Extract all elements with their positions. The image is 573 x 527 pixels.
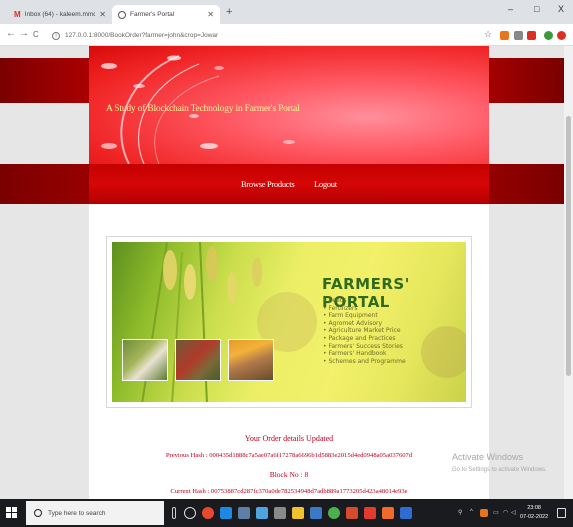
cortana-icon <box>34 509 42 517</box>
block-number-text: Block No : 8 <box>269 470 309 479</box>
url-text[interactable]: 127.0.0.1:8000/BookOrder?farmer=john&cro… <box>65 32 218 39</box>
order-messages: Your Order details Updated Previous Hash… <box>89 158 489 495</box>
clock-date: 07-02-2022 <box>520 514 549 520</box>
farmer-portrait-photo <box>228 339 274 381</box>
notifications-icon[interactable] <box>557 508 566 518</box>
extension-icon[interactable] <box>514 31 523 40</box>
address-bar[interactable]: i 127.0.0.1:8000/BookOrder?farmer=john&c… <box>52 29 477 42</box>
current-hash-text: Current Hash : 00753887cd287fc370a0de782… <box>170 488 408 495</box>
previous-hash-text: Previous Hash : 000435d1888c7a5ae07a6f17… <box>165 452 413 459</box>
opera-icon[interactable] <box>557 31 566 40</box>
page-scrollbar[interactable] <box>564 46 573 499</box>
gmail-extension-icon[interactable] <box>527 31 536 40</box>
page-viewport: A Study of Blockchain Technology in Farm… <box>0 46 564 499</box>
app-icon[interactable] <box>274 507 286 519</box>
reload-button[interactable]: C <box>33 30 39 39</box>
banner-frame: FARMERS' PORTAL Seeds Fertilizers Farm E… <box>106 236 472 408</box>
list-item: Agriculture Market Price <box>323 327 406 335</box>
bookmark-star-icon[interactable]: ☆ <box>484 29 492 40</box>
search-placeholder: Type here to search <box>48 509 106 517</box>
tray-chevron-icon[interactable]: ^ <box>470 509 473 515</box>
site-title: A Study of Blockchain Technology in Farm… <box>106 104 300 114</box>
app-icon[interactable] <box>382 507 394 519</box>
forward-button[interactable]: → <box>19 28 29 39</box>
list-item: Seeds <box>323 297 406 305</box>
tab-farmers-portal[interactable]: Farmer's Portal ✕ <box>112 5 220 24</box>
maximize-button[interactable]: □ <box>534 4 539 14</box>
list-item: Package and Practices <box>323 335 406 343</box>
banner-service-list: Seeds Fertilizers Farm Equipment Agromet… <box>323 297 406 366</box>
browser-tab-strip: M Inbox (64) - kaleem.mmd@gmai ✕ Farmer'… <box>0 0 573 24</box>
activate-windows-title: Activate Windows <box>452 452 524 462</box>
people-icon[interactable]: ⚲ <box>458 509 462 516</box>
tab-title: Farmer's Portal <box>130 11 175 18</box>
scrollbar-thumb[interactable] <box>566 116 571 376</box>
clock-time: 23:08 <box>527 505 541 511</box>
network-icon[interactable]: ▭ <box>493 509 499 516</box>
microphone-icon[interactable] <box>172 507 176 519</box>
site-header: A Study of Blockchain Technology in Farm… <box>89 46 489 164</box>
minimize-button[interactable]: – <box>508 4 513 14</box>
nav-link-logout[interactable]: Logout <box>314 179 337 189</box>
windows-taskbar: Type here to search ⚲ ^ ▭ ◠ ◁ 23:08 07-0… <box>0 499 573 527</box>
tray-app-icon[interactable] <box>480 509 488 517</box>
volume-icon[interactable]: ◁ <box>511 509 516 516</box>
chrome-icon[interactable] <box>328 507 340 519</box>
taskbar-search-box[interactable]: Type here to search <box>26 501 164 525</box>
list-item: Fertilizers <box>323 305 406 313</box>
close-tab-icon[interactable]: ✕ <box>207 10 214 19</box>
store-icon[interactable] <box>238 507 250 519</box>
extension-icon[interactable] <box>500 31 509 40</box>
farmer-photo <box>122 339 168 381</box>
browser-toolbar: ← → C i 127.0.0.1:8000/BookOrder?farmer=… <box>0 24 573 46</box>
activate-windows-subtitle: Go to Settings to activate Windows. <box>452 467 547 473</box>
list-item: Schemes and Programme <box>323 358 405 366</box>
back-button[interactable]: ← <box>6 28 16 39</box>
app-icon[interactable] <box>202 507 214 519</box>
close-window-button[interactable]: X <box>558 4 564 14</box>
tab-gmail[interactable]: M Inbox (64) - kaleem.mmd@gmai ✕ <box>8 5 112 24</box>
windows-start-icon[interactable] <box>6 507 18 519</box>
close-tab-icon[interactable]: ✕ <box>99 10 106 19</box>
tractor-photo <box>175 339 221 381</box>
task-view-icon[interactable] <box>184 507 196 519</box>
new-tab-button[interactable]: + <box>226 6 232 18</box>
list-item: Farm Equipment <box>323 312 406 320</box>
farmers-portal-banner: FARMERS' PORTAL Seeds Fertilizers Farm E… <box>112 242 466 402</box>
wifi-icon[interactable]: ◠ <box>503 509 508 516</box>
list-item: Farmers' Handbook <box>323 350 406 358</box>
main-nav: Browse Products Logout <box>89 164 489 204</box>
app-icon[interactable] <box>310 507 322 519</box>
list-item: Agromet Advisory <box>323 320 406 328</box>
taskbar-clock[interactable]: 23:08 07-02-2022 <box>520 504 548 522</box>
nav-link-browse-products[interactable]: Browse Products <box>241 179 295 189</box>
app-icon[interactable] <box>256 507 268 519</box>
app-icon[interactable] <box>346 507 358 519</box>
tab-title: Inbox (64) - kaleem.mmd@gmai <box>24 11 96 18</box>
site-info-icon[interactable]: i <box>52 31 60 40</box>
app-icon[interactable] <box>364 507 376 519</box>
extension-icon[interactable] <box>544 31 553 40</box>
edge-icon[interactable] <box>220 507 232 519</box>
file-explorer-icon[interactable] <box>292 507 304 519</box>
globe-icon <box>118 10 126 19</box>
order-status-text: Your Order details Updated <box>244 434 334 443</box>
app-icon[interactable] <box>400 507 412 519</box>
gmail-icon: M <box>14 9 21 19</box>
list-item: Farmers' Success Stories <box>323 343 406 351</box>
